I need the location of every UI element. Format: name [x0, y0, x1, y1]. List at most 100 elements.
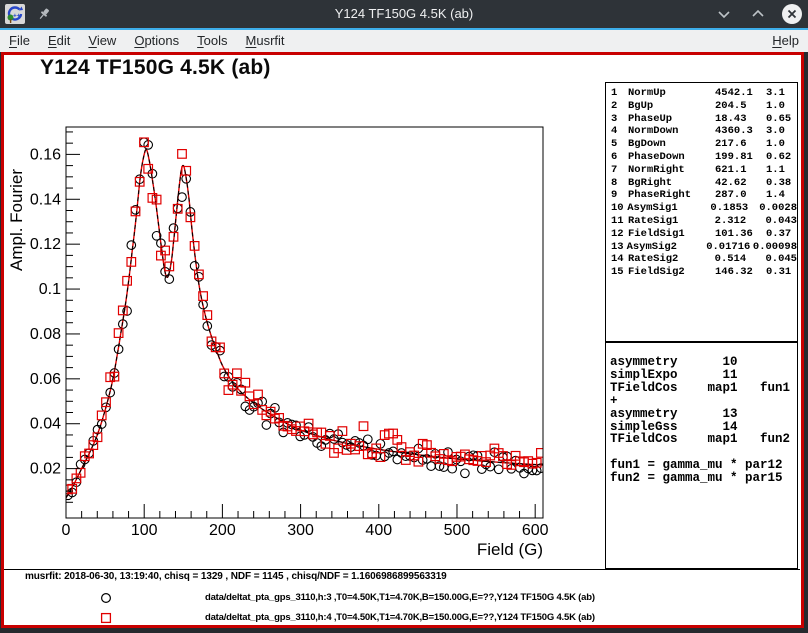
parameter-row: 3PhaseUp18.430.65: [611, 113, 797, 126]
window-title: Y124 TF150G 4.5K (ab): [0, 0, 808, 28]
param-err: 0.62: [766, 151, 791, 164]
param-err: 0.37: [766, 228, 791, 241]
plot-title: Y124 TF150G 4.5K (ab): [40, 56, 271, 80]
param-idx: 1: [611, 87, 628, 100]
parameter-row: 7NormRight621.11.1: [611, 164, 797, 177]
theory-line: TFieldCos map1 fun2: [610, 433, 797, 446]
theory-function-box: asymmetry 10simplExpo 11TFieldCos map1 f…: [605, 342, 798, 569]
menu-musrfit[interactable]: Musrfit: [237, 30, 294, 52]
param-val: 42.62: [715, 177, 766, 190]
param-err: 0.65: [766, 113, 791, 126]
param-err: 0.00098: [753, 241, 797, 254]
param-name: NormDown: [628, 125, 715, 138]
parameter-row: 9PhaseRight287.01.4: [611, 189, 797, 202]
legend-label: data/deltat_pta_gps_3110,h:4 ,T0=4.50K,T…: [205, 612, 595, 623]
theory-line: asymmetry 13: [610, 408, 797, 421]
square-marker-icon: [100, 612, 112, 624]
param-err: 3.0: [766, 125, 785, 138]
param-val: 0.514: [715, 253, 766, 266]
menu-edit[interactable]: Edit: [39, 30, 79, 52]
param-idx: 14: [611, 253, 628, 266]
param-val: 204.5: [715, 100, 766, 113]
parameter-row: 1NormUp4542.13.1: [611, 87, 797, 100]
param-name: RateSig1: [628, 215, 715, 228]
legend-entry-h4: data/deltat_pta_gps_3110,h:4 ,T0=4.50K,T…: [0, 611, 790, 625]
parameter-row: 13AsymSig20.017160.00098: [611, 241, 797, 254]
param-idx: 4: [611, 125, 628, 138]
menubar: FileEditViewOptionsToolsMusrfit Help: [0, 30, 808, 52]
param-err: 1.4: [766, 189, 785, 202]
param-err: 0.043: [765, 215, 797, 228]
param-val: 0.1853: [710, 202, 759, 215]
param-name: BgDown: [628, 138, 715, 151]
maximize-button[interactable]: [748, 4, 768, 24]
theory-line: TFieldCos map1 fun1: [610, 382, 797, 395]
menu-items: FileEditViewOptionsToolsMusrfit: [0, 30, 294, 52]
close-button[interactable]: [782, 4, 802, 24]
parameter-row: 8BgRight42.620.38: [611, 177, 797, 190]
application-window: ++ Y124 TF150G 4.5K (ab) FileEditViewOpt…: [0, 0, 808, 633]
param-idx: 6: [611, 151, 628, 164]
parameter-row: 15FieldSig2146.320.31: [611, 266, 797, 279]
parameter-row: 6PhaseDown199.810.62: [611, 151, 797, 164]
param-idx: 9: [611, 189, 628, 202]
param-idx: 2: [611, 100, 628, 113]
fit-parameters-box: 1NormUp4542.13.12BgUp204.51.03PhaseUp18.…: [605, 82, 798, 342]
param-err: 0.38: [766, 177, 791, 190]
param-err: 0.045: [765, 253, 797, 266]
minimize-button[interactable]: [714, 4, 734, 24]
param-name: PhaseRight: [628, 189, 715, 202]
param-err: 1.1: [766, 164, 785, 177]
param-name: FieldSig1: [628, 228, 715, 241]
titlebar[interactable]: ++ Y124 TF150G 4.5K (ab): [0, 0, 808, 28]
param-idx: 11: [611, 215, 628, 228]
param-name: BgUp: [628, 100, 715, 113]
param-val: 4360.3: [715, 125, 766, 138]
param-val: 199.81: [715, 151, 766, 164]
theory-line: +: [610, 395, 797, 408]
param-name: AsymSig1: [627, 202, 710, 215]
footer-divider: [4, 569, 800, 570]
window-controls: [714, 0, 802, 28]
param-err: 3.1: [766, 87, 785, 100]
parameter-row: 12FieldSig1101.360.37: [611, 228, 797, 241]
param-val: 0.01716: [706, 241, 753, 254]
param-val: 4542.1: [715, 87, 766, 100]
param-name: RateSig2: [628, 253, 715, 266]
parameter-row: 14RateSig20.5140.045: [611, 253, 797, 266]
param-err: 0.0028: [759, 202, 797, 215]
param-name: PhaseUp: [628, 113, 715, 126]
parameter-row: 11RateSig12.3120.043: [611, 215, 797, 228]
param-val: 101.36: [715, 228, 766, 241]
menu-tools[interactable]: Tools: [188, 30, 236, 52]
param-name: NormUp: [628, 87, 715, 100]
theory-line: asymmetry 10: [610, 356, 797, 369]
param-idx: 13: [611, 241, 627, 254]
param-idx: 10: [611, 202, 627, 215]
param-val: 217.6: [715, 138, 766, 151]
param-val: 621.1: [715, 164, 766, 177]
param-val: 18.43: [715, 113, 766, 126]
param-idx: 7: [611, 164, 628, 177]
param-idx: 15: [611, 266, 628, 279]
param-name: AsymSig2: [627, 241, 707, 254]
theory-line: fun2 = gamma_mu * par15: [610, 472, 797, 485]
param-err: 0.31: [766, 266, 791, 279]
menu-items-right: Help: [763, 30, 808, 52]
param-err: 1.0: [766, 100, 785, 113]
param-err: 1.0: [766, 138, 785, 151]
menu-help[interactable]: Help: [763, 30, 808, 52]
menu-file[interactable]: File: [0, 30, 39, 52]
param-val: 146.32: [715, 266, 766, 279]
legend-entry-h3: data/deltat_pta_gps_3110,h:3 ,T0=4.50K,T…: [0, 591, 790, 605]
fit-statistics-text: musrfit: 2018-06-30, 13:19:40, chisq = 1…: [25, 571, 447, 582]
param-idx: 5: [611, 138, 628, 151]
parameter-row: 5BgDown217.61.0: [611, 138, 797, 151]
param-val: 2.312: [715, 215, 766, 228]
parameter-row: 10AsymSig10.18530.0028: [611, 202, 797, 215]
param-name: PhaseDown: [628, 151, 715, 164]
menu-view[interactable]: View: [79, 30, 125, 52]
menu-options[interactable]: Options: [125, 30, 188, 52]
param-idx: 3: [611, 113, 628, 126]
param-name: BgRight: [628, 177, 715, 190]
